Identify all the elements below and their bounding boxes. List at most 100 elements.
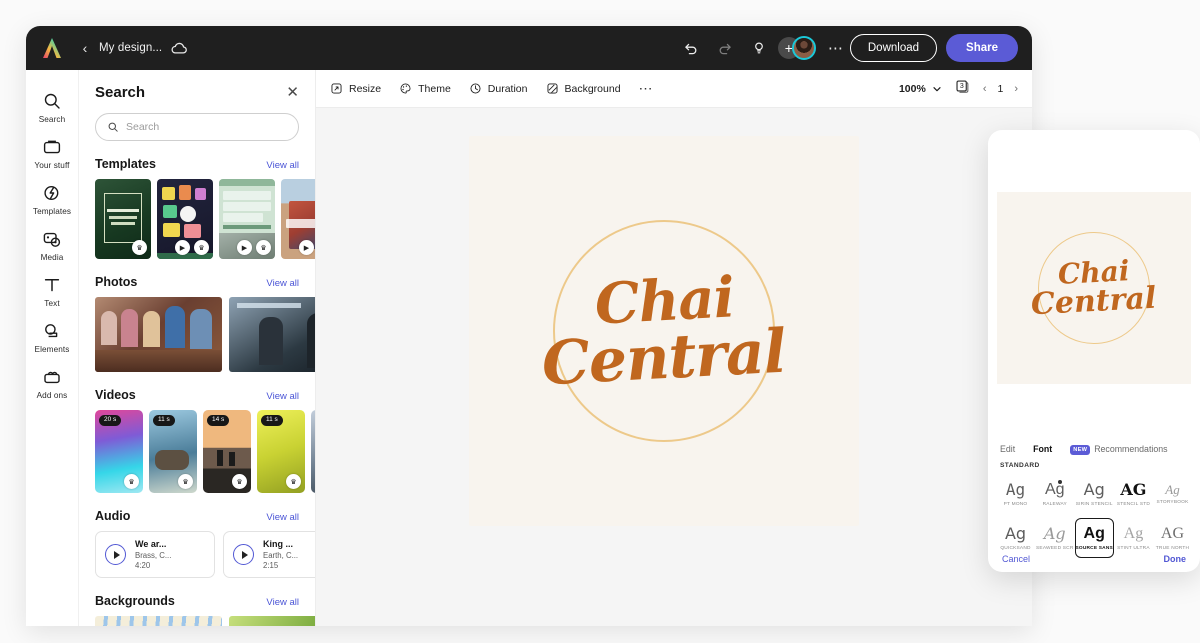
font-option-true-north[interactable]: AG TRUE NORTH bbox=[1153, 518, 1192, 558]
theme-button[interactable]: Theme bbox=[399, 82, 451, 95]
font-option-raleway[interactable]: Ag RALEWAY bbox=[1035, 474, 1074, 514]
font-option-stint-ultra[interactable]: Ag STINT ULTRA bbox=[1114, 518, 1153, 558]
prev-page-button[interactable]: ‹ bbox=[983, 83, 987, 95]
view-all-templates[interactable]: View all bbox=[266, 160, 299, 171]
video-thumbnail[interactable]: 11 s ♛ bbox=[257, 410, 305, 493]
cancel-button[interactable]: Cancel bbox=[1002, 554, 1030, 564]
media-icon bbox=[43, 232, 61, 247]
tool-label: Background bbox=[564, 82, 621, 95]
view-all-videos[interactable]: View all bbox=[266, 391, 299, 402]
duration-button[interactable]: Duration bbox=[469, 82, 528, 95]
section-title: Backgrounds bbox=[95, 594, 175, 608]
font-option-stencil-std[interactable]: AG STENCIL STD bbox=[1114, 474, 1153, 514]
done-button[interactable]: Done bbox=[1164, 554, 1187, 564]
sidebar-item-templates[interactable]: Templates bbox=[26, 176, 79, 222]
design-canvas[interactable]: Chai Central bbox=[469, 136, 859, 526]
next-page-button[interactable]: › bbox=[1014, 83, 1018, 95]
background-icon bbox=[546, 83, 558, 94]
zoom-level[interactable]: 100% bbox=[899, 83, 926, 95]
undo-button[interactable] bbox=[678, 35, 704, 61]
close-icon[interactable]: ✕ bbox=[286, 85, 299, 100]
audio-card[interactable]: King ... Earth, C... 2:15 bbox=[223, 531, 315, 578]
audio-card[interactable]: We ar... Brass, C... 4:20 bbox=[95, 531, 215, 578]
avatar[interactable] bbox=[791, 36, 816, 60]
photo-thumbnail[interactable] bbox=[95, 297, 222, 372]
tab-font[interactable]: Font bbox=[1033, 444, 1052, 454]
background-thumbnail[interactable] bbox=[95, 616, 222, 626]
search-field[interactable] bbox=[95, 113, 299, 141]
sidebar-item-media[interactable]: Media bbox=[26, 222, 79, 268]
screenshot-root: ‹ My design... + ⋯ Download Share Search… bbox=[0, 0, 1200, 643]
template-thumbnail[interactable]: ♛ bbox=[95, 179, 151, 259]
logo-preview-artwork: Chai Central bbox=[1029, 223, 1159, 353]
lightbulb-icon[interactable] bbox=[746, 35, 772, 61]
sidebar-item-search[interactable]: Search bbox=[26, 84, 79, 130]
font-option-pt-mono[interactable]: Ag PT MONO bbox=[996, 474, 1035, 514]
resize-button[interactable]: Resize bbox=[330, 82, 381, 95]
video-thumbnail[interactable]: 11 s ♛ bbox=[149, 410, 197, 493]
play-icon[interactable] bbox=[105, 544, 126, 565]
search-panel: Search ✕ Templates View all bbox=[79, 70, 316, 626]
cloud-saved-icon bbox=[171, 42, 188, 54]
search-input[interactable] bbox=[126, 121, 286, 133]
font-option-sirin-stencil[interactable]: Ag SIRIN STENCIL bbox=[1075, 474, 1114, 514]
back-button[interactable]: ‹ bbox=[78, 41, 92, 55]
sidebar-item-elements[interactable]: Elements bbox=[26, 314, 79, 360]
font-option-quicksand[interactable]: Ag QUICKSAND bbox=[996, 518, 1035, 558]
photo-thumbnail[interactable] bbox=[229, 297, 315, 372]
redo-button[interactable] bbox=[712, 35, 738, 61]
font-name: STORYBOOK bbox=[1156, 500, 1189, 505]
download-button[interactable]: Download bbox=[849, 34, 938, 62]
section-header-templates: Templates View all bbox=[79, 157, 315, 171]
font-grid: Ag PT MONO Ag RALEWAY Ag SIRIN STENCIL A… bbox=[996, 474, 1192, 558]
template-thumbnail[interactable]: ▶ ♛ bbox=[219, 179, 275, 259]
template-thumbnail[interactable]: ▶ ♛ bbox=[157, 179, 213, 259]
font-option-storybook[interactable]: Ag STORYBOOK bbox=[1153, 474, 1192, 514]
video-duration: 11 s bbox=[153, 415, 175, 426]
view-all-photos[interactable]: View all bbox=[266, 278, 299, 289]
font-name: SEAWEED SCR bbox=[1036, 545, 1074, 551]
sidebar-rail: Search Your stuff Templates Media Text E… bbox=[26, 70, 79, 626]
add-ons-icon bbox=[44, 371, 60, 384]
photos-row bbox=[79, 297, 315, 372]
view-all-audio[interactable]: View all bbox=[266, 512, 299, 523]
video-thumbnail[interactable]: 14 s ♛ bbox=[203, 410, 251, 493]
toolbar-more-button[interactable]: ⋯ bbox=[639, 80, 654, 97]
page-navigation: ‹ 1 › bbox=[983, 83, 1018, 95]
tab-recommendations[interactable]: NEW Recommendations bbox=[1070, 444, 1168, 455]
toolbar-right: 100% 3 ‹ 1 › bbox=[899, 78, 1018, 99]
chevron-down-icon[interactable] bbox=[932, 84, 942, 94]
canvas-area[interactable]: Chai Central bbox=[316, 108, 1032, 626]
more-options-button[interactable]: ⋯ bbox=[822, 39, 850, 57]
sidebar-item-text[interactable]: Text bbox=[26, 268, 79, 314]
share-button[interactable]: Share bbox=[946, 34, 1018, 62]
section-title: Videos bbox=[95, 388, 136, 402]
font-sample: Ag bbox=[1005, 479, 1026, 499]
template-thumbnail[interactable]: ▶ ♛ bbox=[281, 179, 315, 259]
video-thumbnail[interactable]: 20 s ♛ bbox=[95, 410, 143, 493]
view-all-backgrounds[interactable]: View all bbox=[266, 597, 299, 608]
sidebar-item-your-stuff[interactable]: Your stuff bbox=[26, 130, 79, 176]
sidebar-item-add-ons[interactable]: Add ons bbox=[26, 360, 79, 406]
pages-button[interactable]: 3 bbox=[954, 78, 970, 99]
tab-edit[interactable]: Edit bbox=[1000, 444, 1015, 454]
section-header-videos: Videos View all bbox=[79, 388, 315, 402]
background-thumbnail[interactable] bbox=[229, 616, 315, 626]
adobe-express-logo-icon[interactable] bbox=[40, 36, 64, 60]
clock-icon bbox=[470, 83, 481, 94]
logo-text[interactable]: Chai Central bbox=[539, 206, 789, 456]
document-title[interactable]: My design... bbox=[99, 42, 162, 54]
audio-length: 2:15 bbox=[263, 561, 279, 570]
video-duration: 20 s bbox=[99, 415, 122, 426]
premium-crown-icon: ♛ bbox=[232, 474, 247, 489]
font-option-source-sans[interactable]: Ag SOURCE SANS bbox=[1074, 518, 1114, 558]
background-button[interactable]: Background bbox=[546, 82, 621, 95]
play-icon[interactable] bbox=[233, 544, 254, 565]
font-option-seaweed-scr[interactable]: Ag SEAWEED SCR bbox=[1035, 518, 1074, 558]
section-title: Photos bbox=[95, 275, 138, 289]
resize-icon bbox=[331, 83, 342, 94]
audio-artist: Earth, C... bbox=[263, 551, 299, 560]
audio-length: 4:20 bbox=[135, 561, 151, 570]
logo-artwork[interactable]: Chai Central bbox=[538, 205, 790, 457]
sidebar-item-label: Add ons bbox=[36, 391, 68, 400]
